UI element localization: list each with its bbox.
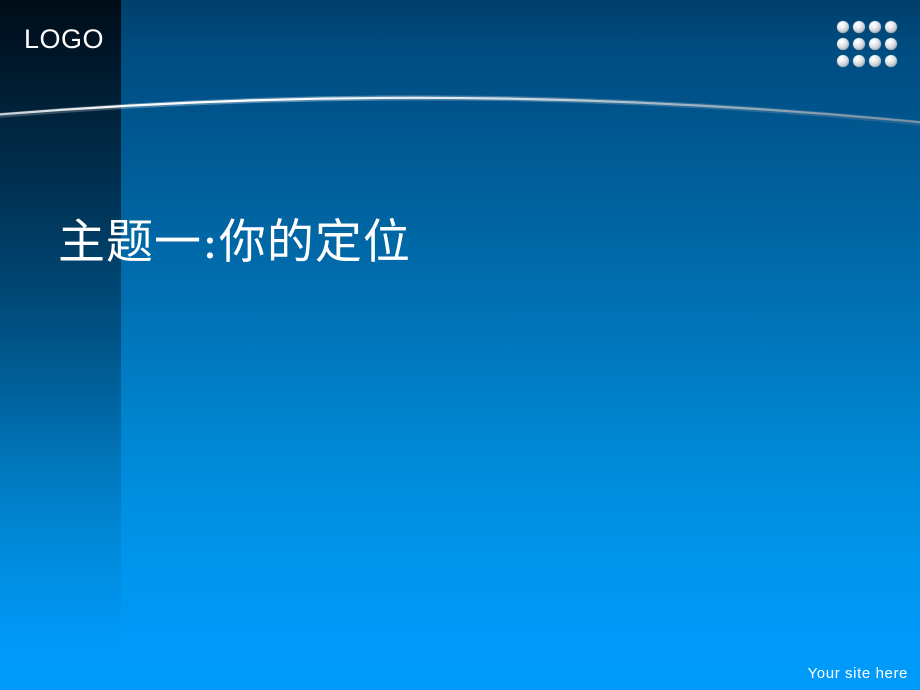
grid-dot <box>885 21 897 33</box>
grid-dot <box>869 55 881 67</box>
grid-dot <box>885 38 897 50</box>
logo-text[interactable]: LOGO <box>24 26 104 53</box>
grid-dot <box>837 55 849 67</box>
dot-grid-icon <box>837 21 901 72</box>
footer-text[interactable]: Your site here <box>808 665 908 682</box>
grid-dot <box>853 38 865 50</box>
grid-dot <box>869 38 881 50</box>
slide-content-body[interactable] <box>130 300 900 630</box>
grid-dot <box>885 55 897 67</box>
left-accent-panel <box>0 0 121 690</box>
grid-dot <box>869 21 881 33</box>
presentation-slide: LOGO 主题一:你的定位 Your site here <box>0 0 920 690</box>
grid-dot <box>837 38 849 50</box>
grid-dot <box>853 55 865 67</box>
grid-dot <box>853 21 865 33</box>
grid-dot <box>837 21 849 33</box>
slide-title[interactable]: 主题一:你的定位 <box>58 215 411 270</box>
